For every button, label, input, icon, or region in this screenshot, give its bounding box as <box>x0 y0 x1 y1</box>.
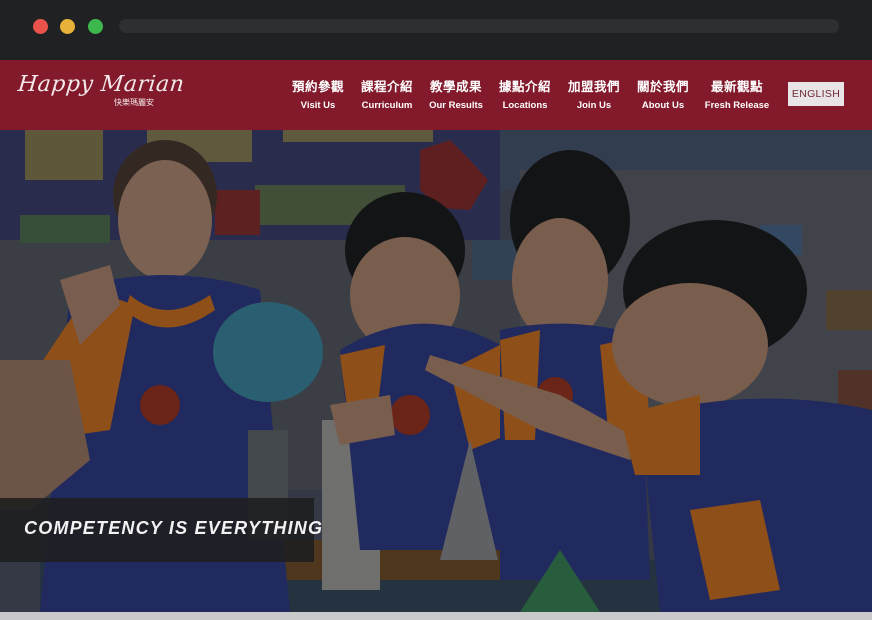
nav-label-en: Visit Us <box>300 100 336 111</box>
nav-label-en: Curriculum <box>361 100 413 111</box>
page-bottom-strip <box>0 612 872 620</box>
nav-item-visit-us[interactable]: 預約參觀 Visit Us <box>283 76 353 111</box>
browser-chrome <box>0 0 872 60</box>
english-language-button[interactable]: ENGLISH <box>788 82 844 106</box>
nav-label-zh: 加盟我們 <box>567 80 620 94</box>
hero-tagline: COMPETENCY IS EVERYTHING <box>24 518 324 538</box>
window-maximize-button[interactable] <box>88 19 103 34</box>
nav-label-en: Our Results <box>429 100 483 111</box>
nav-label-zh: 課程介紹 <box>360 80 413 94</box>
hero-banner: COMPETENCY IS EVERYTHING <box>0 130 872 612</box>
nav-item-our-results[interactable]: 教學成果 Our Results <box>421 76 491 111</box>
logo-chinese-name: 快樂瑪麗安 <box>114 98 154 107</box>
nav-item-curriculum[interactable]: 課程介紹 Curriculum <box>352 76 422 111</box>
nav-label-en: Join Us <box>576 100 612 111</box>
logo-wordmark: Happy Marian <box>16 72 186 97</box>
nav-item-about-us[interactable]: 關於我們 About Us <box>628 76 698 111</box>
site-header: Happy Marian 快樂瑪麗安 預約參觀 Visit Us 課程介紹 Cu… <box>0 60 872 130</box>
nav-label-zh: 教學成果 <box>429 80 482 94</box>
nav-label-zh: 預約參觀 <box>291 80 344 94</box>
nav-item-join-us[interactable]: 加盟我們 Join Us <box>559 76 629 111</box>
window-close-button[interactable] <box>33 19 48 34</box>
address-bar[interactable] <box>119 19 839 33</box>
nav-label-en: Locations <box>502 100 548 111</box>
window-minimize-button[interactable] <box>60 19 75 34</box>
nav-label-zh: 關於我們 <box>636 80 689 94</box>
nav-label-en: About Us <box>641 100 685 111</box>
nav-label-zh: 據點介紹 <box>498 80 551 94</box>
site-logo[interactable]: Happy Marian 快樂瑪麗安 <box>16 72 186 112</box>
nav-label-en: Fresh Release <box>704 100 770 111</box>
nav-label-zh: 最新觀點 <box>710 80 763 94</box>
nav-item-locations[interactable]: 據點介紹 Locations <box>490 76 560 111</box>
hero-tagline-box: COMPETENCY IS EVERYTHING <box>0 498 322 562</box>
nav-item-fresh-release[interactable]: 最新觀點 Fresh Release <box>702 76 772 111</box>
